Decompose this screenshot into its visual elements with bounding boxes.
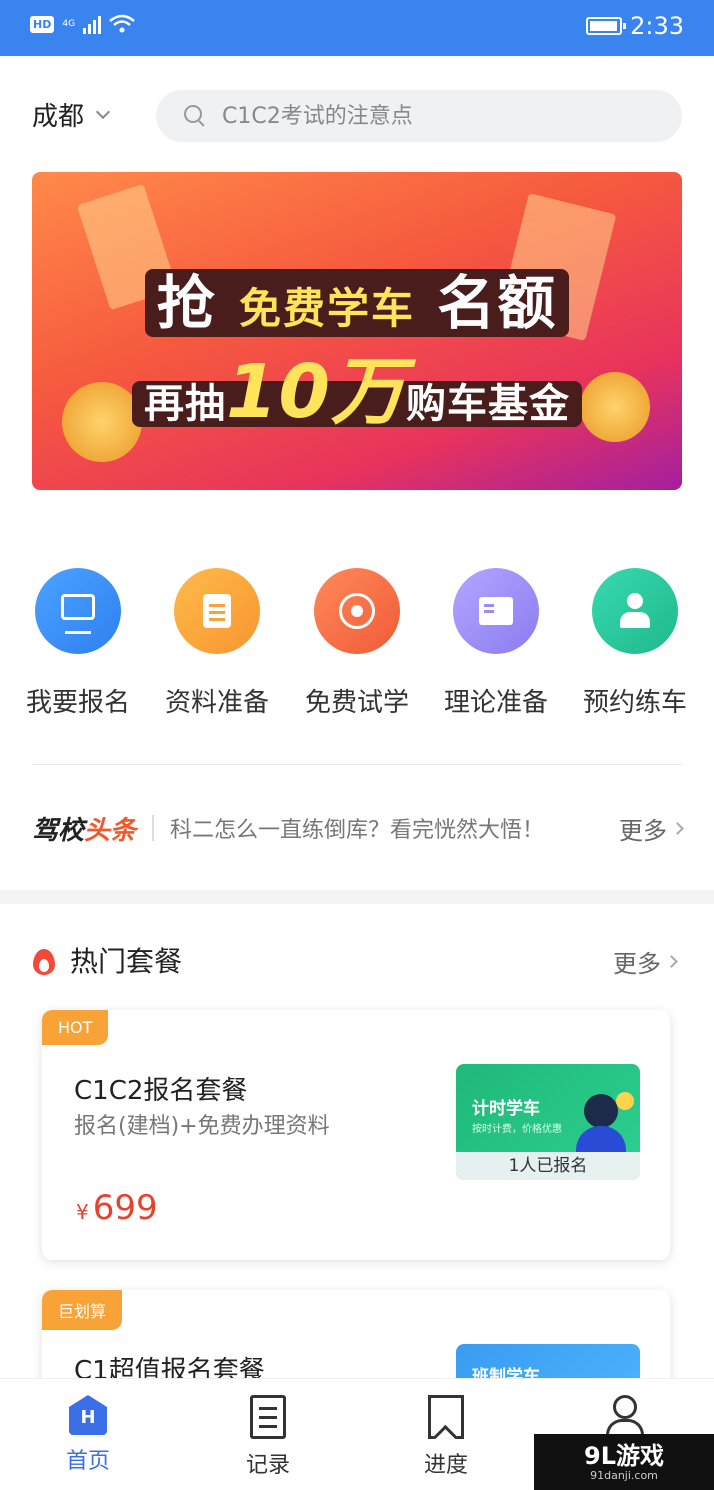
search-bar[interactable] (156, 90, 682, 142)
city-name: 成都 (32, 102, 85, 132)
wifi-icon (109, 14, 135, 33)
news-brand: 驾校头条 (32, 815, 137, 846)
entry-label: 免费试学 (304, 688, 409, 718)
hot-more-link[interactable]: 更多 (613, 944, 678, 979)
entry-signup[interactable]: 我要报名 (8, 568, 148, 719)
package-title: C1C2报名套餐 (74, 1076, 248, 1106)
search-icon (184, 105, 206, 127)
chevron-right-icon (665, 955, 678, 968)
section-gap (0, 890, 714, 904)
network-type: 4G (62, 19, 76, 29)
banner-headline: 抢 免费学车 名额 (32, 256, 682, 340)
news-ticker[interactable]: 驾校头条 科二怎么一直练倒库？看完恍然大悟！ 更多 (32, 808, 684, 848)
bookmark-icon (428, 1395, 464, 1439)
package-price: ¥699 (76, 1188, 158, 1228)
package-card[interactable]: HOT C1C2报名套餐 报名(建档)+免费办理资料 ¥699 计时学车 按时计… (42, 1010, 670, 1260)
entry-theory[interactable]: 理论准备 (426, 568, 566, 719)
deal-tag: 巨划算 (42, 1290, 123, 1330)
clock-icon (616, 1092, 634, 1110)
clock: 2:33 (630, 12, 684, 40)
chevron-down-icon (95, 104, 111, 119)
clipboard-icon (174, 568, 260, 654)
person-illustration (584, 1094, 618, 1128)
news-headline[interactable]: 科二怎么一直练倒库？看完恍然大悟！ (170, 812, 619, 844)
entry-book-practice[interactable]: 预约练车 (565, 568, 705, 719)
entry-free-trial[interactable]: 免费试学 (287, 568, 427, 719)
book-icon (453, 568, 539, 654)
status-right: 2:33 (586, 12, 684, 40)
banner-subline: 再抽10万购车基金 (32, 332, 682, 439)
status-bar: HD 4G 2:33 (0, 0, 714, 56)
entry-label: 我要报名 (25, 688, 130, 718)
more-label: 更多 (613, 950, 661, 978)
battery-icon (586, 17, 627, 35)
promo-banner[interactable]: 抢 免费学车 名额 再抽10万购车基金 (32, 172, 682, 490)
tab-label: 首页 (65, 1449, 110, 1474)
separator (152, 815, 155, 841)
divider (32, 764, 682, 765)
steering-wheel-icon (314, 568, 400, 654)
tab-records[interactable]: 记录 (218, 1395, 318, 1479)
person-illustration-body (576, 1126, 626, 1152)
home-icon (69, 1395, 107, 1435)
status-left: HD 4G (30, 14, 135, 34)
search-input[interactable] (222, 103, 642, 129)
entry-label: 资料准备 (164, 688, 269, 718)
signup-count: 1人已报名 (456, 1152, 640, 1180)
signal-icon (83, 14, 102, 34)
section-title: 热门套餐 (32, 940, 182, 980)
tab-label: 进度 (423, 1453, 468, 1478)
section-title-text: 热门套餐 (70, 945, 183, 978)
entry-materials[interactable]: 资料准备 (147, 568, 287, 719)
user-icon (604, 1395, 644, 1439)
city-selector[interactable]: 成都 (32, 96, 111, 133)
package-subtitle: 报名(建档)+免费办理资料 (74, 1114, 330, 1139)
document-icon (250, 1395, 286, 1439)
watermark: 9L游戏 91danji.com (534, 1434, 714, 1490)
hot-tag: HOT (42, 1010, 109, 1045)
person-icon (592, 568, 678, 654)
watermark-brand: 9L游戏 (584, 1441, 664, 1470)
image-title: 计时学车 (472, 1099, 540, 1119)
entry-label: 预约练车 (582, 688, 687, 718)
image-subtitle: 按时计费，价格优惠 (472, 1124, 562, 1135)
tab-progress[interactable]: 进度 (396, 1395, 496, 1479)
screen-icon (35, 568, 121, 654)
hd-badge: HD (30, 15, 55, 33)
package-image: 计时学车 按时计费，价格优惠 1人已报名 (456, 1064, 640, 1180)
fire-icon (32, 945, 56, 975)
entry-label: 理论准备 (443, 688, 548, 718)
tab-home[interactable]: 首页 (38, 1395, 138, 1475)
news-more-link[interactable]: 更多 (619, 811, 684, 846)
watermark-domain: 91danji.com (590, 1468, 658, 1482)
tab-label: 记录 (245, 1453, 290, 1478)
chevron-right-icon (671, 821, 684, 835)
more-label: 更多 (619, 816, 667, 845)
